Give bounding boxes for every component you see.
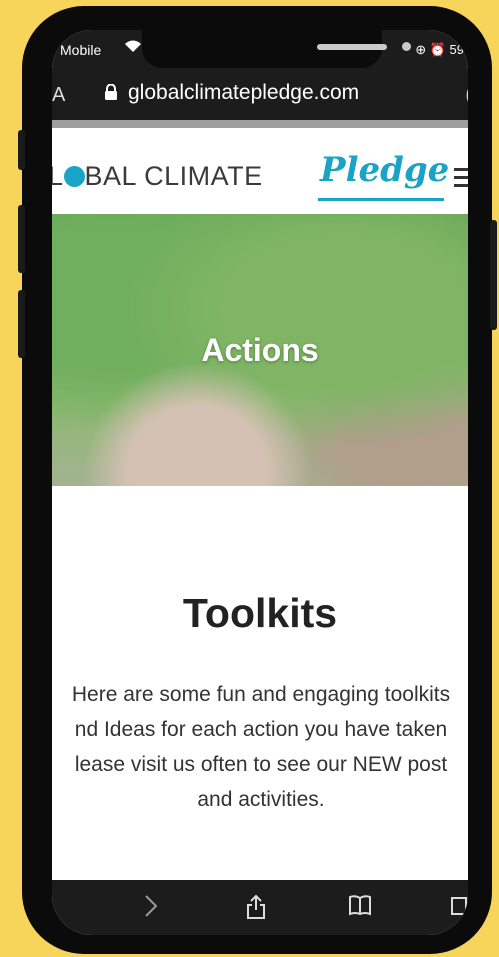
notch (142, 30, 411, 68)
address-bar[interactable]: A globalclimatepledge.com ( (52, 70, 468, 120)
intro-line: nd Ideas for each action you have taken (74, 718, 448, 741)
carrier-label: Mobile (60, 42, 102, 58)
logo-text: BAL CLIMATE (84, 161, 263, 191)
status-right: ⊕ ⏰ 59 (415, 42, 464, 57)
section-title: Toolkits (182, 590, 338, 636)
logo-globe-dot (63, 166, 85, 187)
volume-down-button (18, 290, 25, 358)
logo-prefix: L (52, 161, 64, 191)
hamburger-menu-icon[interactable] (454, 168, 468, 192)
browser-toolbar: ‹ (52, 880, 468, 935)
volume-up-button (18, 205, 25, 273)
phone-screen: Mobile ⊕ ⏰ 59 A globalclimatepledge.com … (52, 30, 468, 935)
forward-icon[interactable] (144, 894, 158, 925)
url-text[interactable]: globalclimatepledge.com (128, 81, 359, 105)
hero-title: Actions (201, 332, 319, 368)
hero-banner: Actions (52, 214, 468, 486)
bookmarks-icon[interactable] (348, 894, 372, 923)
intro-line: and activities. (197, 788, 325, 811)
intro-paragraph: Here are some fun and engaging toolkits … (52, 677, 468, 817)
front-camera (402, 42, 411, 51)
site-logo[interactable]: L BAL CLIMATE (52, 161, 263, 192)
mute-switch (18, 130, 25, 170)
reload-button[interactable]: ( (465, 84, 468, 107)
speaker (317, 44, 387, 50)
intro-line: lease visit us often to see our NEW post (74, 753, 448, 776)
page-load-bar (52, 120, 468, 128)
text-size-button[interactable]: A (52, 84, 65, 107)
power-button (490, 220, 497, 330)
tabs-icon[interactable] (450, 894, 468, 923)
lock-icon (104, 83, 118, 100)
intro-line: Here are some fun and engaging toolkits (71, 683, 451, 706)
site-header: L BAL CLIMATE Pledge (52, 128, 468, 214)
share-icon[interactable] (246, 894, 266, 927)
wifi-icon (124, 39, 142, 57)
logo-underline (318, 198, 444, 201)
logo-script: Pledge (320, 150, 450, 190)
